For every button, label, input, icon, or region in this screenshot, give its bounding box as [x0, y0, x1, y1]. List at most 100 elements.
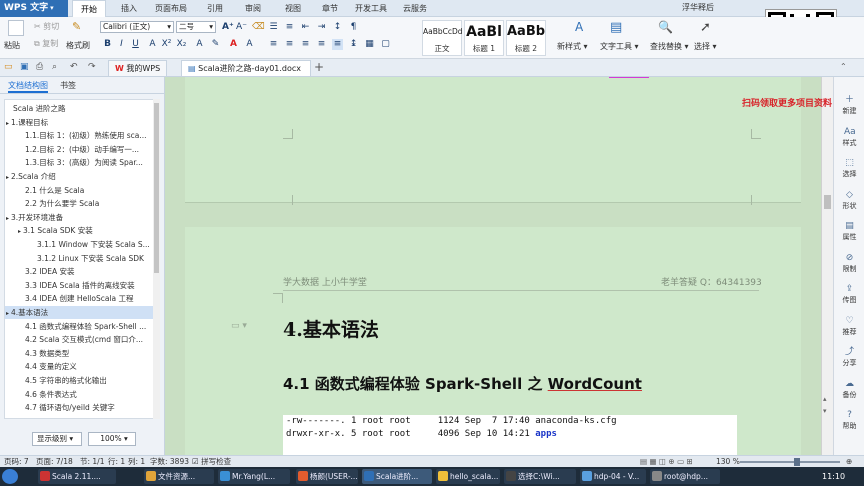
taskbar-app[interactable]: 杨颜(USER-...: [296, 469, 358, 484]
paragraph-handle-icon[interactable]: ▭ ▾: [231, 321, 247, 331]
new-style-button[interactable]: 新样式 ▾: [557, 41, 588, 52]
print-icon[interactable]: ⎙: [36, 62, 43, 72]
justify-icon[interactable]: ≡: [316, 39, 327, 50]
save-icon[interactable]: ▣: [20, 62, 29, 72]
task-panel-backup[interactable]: ☁ 备份: [834, 379, 864, 400]
task-panel-restrict[interactable]: ⊘ 限制: [834, 253, 864, 274]
tab-my-wps[interactable]: W 我的WPS: [108, 60, 168, 76]
menu-item-7[interactable]: 开发工具: [350, 0, 392, 17]
format-painter-button[interactable]: 格式刷: [66, 40, 90, 51]
taskbar-app[interactable]: Scala进阶...: [362, 469, 432, 484]
style-0[interactable]: AaBbCcDd 正文: [422, 20, 463, 56]
expand-toggle-icon[interactable]: ▸: [6, 174, 9, 181]
taskbar-app[interactable]: Mr.Yang(L...: [218, 469, 290, 484]
numbered-list-icon[interactable]: ≡: [284, 22, 295, 33]
text-tools-button[interactable]: 文字工具 ▾: [600, 41, 639, 52]
expand-toggle-icon[interactable]: ▸: [6, 215, 9, 222]
line-spacing-icon[interactable]: ↨: [348, 39, 359, 50]
task-panel-new[interactable]: ＋ 新建: [834, 95, 864, 116]
font-size-select[interactable]: 二号 ▾: [176, 21, 216, 33]
select-button[interactable]: 选择 ▾: [694, 41, 717, 52]
outline-item[interactable]: 4.1 函数式编程体验 Spark-Shell ...: [5, 320, 153, 333]
outline-item[interactable]: Scala 进阶之路: [5, 102, 153, 115]
menu-item-4[interactable]: 审阅: [236, 0, 270, 17]
decrease-indent-icon[interactable]: ⇤: [300, 22, 311, 33]
paste-button[interactable]: 粘贴: [4, 40, 20, 51]
zoom-slider-thumb[interactable]: [794, 458, 800, 466]
style-2[interactable]: AaBb 标题 2: [506, 20, 546, 56]
menu-item-1[interactable]: 插入: [112, 0, 146, 17]
task-panel-recommend[interactable]: ♡ 推荐: [834, 316, 864, 337]
print-preview-icon[interactable]: ⌕: [52, 62, 57, 72]
grow-font-icon[interactable]: A⁺: [222, 22, 234, 33]
outline-item[interactable]: 1.1.目标 1：(初级）熟练使用 sca...: [5, 129, 153, 142]
font-color-icon[interactable]: A: [228, 39, 239, 50]
outline-item[interactable]: 3.1.2 Linux 下安装 Scala SDK: [5, 252, 153, 265]
undo-icon[interactable]: ↶: [70, 62, 78, 72]
task-panel-share[interactable]: ⤴ 分享: [834, 347, 864, 368]
shading-icon[interactable]: ▦: [364, 39, 375, 50]
prev-page-icon[interactable]: ▴: [823, 395, 827, 403]
strikethrough-icon[interactable]: A: [147, 39, 158, 50]
bold-icon[interactable]: B: [102, 39, 113, 50]
document-scrollbar[interactable]: ▴ ▾: [821, 77, 833, 455]
cut-button[interactable]: ✂ 剪切: [34, 21, 59, 32]
new-tab-icon[interactable]: +: [314, 60, 324, 74]
user-name[interactable]: 浮华释后: [682, 2, 714, 13]
underline-icon[interactable]: U: [130, 39, 141, 50]
task-panel-properties[interactable]: ▤ 属性: [834, 221, 864, 242]
start-button[interactable]: [2, 469, 18, 484]
sort-icon[interactable]: ↕: [332, 22, 343, 33]
outline-item[interactable]: 4.6 条件表达式: [5, 388, 153, 401]
outline-scrollbar[interactable]: [153, 99, 160, 419]
task-panel-help[interactable]: ? 帮助: [834, 410, 864, 431]
increase-indent-icon[interactable]: ⇥: [316, 22, 327, 33]
outline-item[interactable]: 4.4 变量的定义: [5, 360, 153, 373]
outline-item[interactable]: 2.1 什么是 Scala: [5, 184, 153, 197]
bullet-list-icon[interactable]: ☰: [268, 22, 279, 33]
taskbar-app[interactable]: Scala 2.11....: [38, 469, 116, 484]
outline-item[interactable]: 4.3 数据类型: [5, 347, 153, 360]
italic-icon[interactable]: I: [116, 39, 127, 50]
text-effect-icon[interactable]: A: [194, 39, 205, 50]
clear-format-icon[interactable]: ⌫: [252, 22, 265, 33]
open-folder-icon[interactable]: ▭: [4, 62, 13, 72]
char-shading-icon[interactable]: A: [244, 39, 255, 50]
subscript-icon[interactable]: X₂: [176, 39, 187, 50]
outline-item[interactable]: 3.3 IDEA Scala 插件的离线安装: [5, 279, 153, 292]
outline-item[interactable]: ▸ 4.基本语法: [5, 306, 153, 319]
taskbar-app[interactable]: hdp-04 - V...: [580, 469, 646, 484]
shrink-font-icon[interactable]: A⁻: [236, 22, 247, 33]
menu-item-6[interactable]: 章节: [316, 0, 344, 17]
next-page-icon[interactable]: ▾: [823, 407, 827, 415]
outline-item[interactable]: 1.2.目标 2：(中级）动手编写一...: [5, 143, 153, 156]
outline-item[interactable]: 4.2 Scala 交互模式(cmd 窗口介...: [5, 333, 153, 346]
align-left-icon[interactable]: ≡: [268, 39, 279, 50]
outline-item[interactable]: 2.2 为什么要学 Scala: [5, 197, 153, 210]
app-menu-button[interactable]: WPS 文字 ▾: [0, 0, 68, 17]
outline-item[interactable]: ▸ 1.课程目标: [5, 116, 153, 129]
taskbar-app[interactable]: hello_scala...: [436, 469, 500, 484]
zoom-slider[interactable]: [740, 461, 840, 463]
taskbar-app[interactable]: 文件资源...: [144, 469, 214, 484]
task-panel-style[interactable]: Aa 样式: [834, 127, 864, 148]
task-panel-select[interactable]: ⬚ 选择: [834, 158, 864, 179]
tab-document[interactable]: ▤ Scala进阶之路-day01.docx: [181, 60, 311, 76]
distributed-align-icon[interactable]: ≡: [332, 39, 343, 50]
taskbar-app[interactable]: root@hdp...: [650, 469, 720, 484]
highlight-icon[interactable]: ✎: [210, 39, 221, 50]
outline-item[interactable]: 3.2 IDEA 安装: [5, 265, 153, 278]
collapse-ribbon-icon[interactable]: ⌃: [840, 62, 847, 71]
expand-toggle-icon[interactable]: ▸: [18, 228, 21, 235]
scrollbar-thumb[interactable]: [154, 103, 159, 273]
outline-item[interactable]: ▸ 2.Scala 介绍: [5, 170, 153, 183]
align-right-icon[interactable]: ≡: [300, 39, 311, 50]
menu-home[interactable]: 开始: [72, 0, 106, 17]
outline-item[interactable]: ▸ 3.1 Scala SDK 安装: [5, 224, 153, 237]
scrollbar-thumb[interactable]: [824, 195, 831, 209]
menu-item-5[interactable]: 视图: [276, 0, 310, 17]
outline-item[interactable]: 4.5 字符串的格式化输出: [5, 374, 153, 387]
align-center-icon[interactable]: ≡: [284, 39, 295, 50]
copy-button[interactable]: ⧉ 复制: [34, 38, 58, 49]
menu-item-8[interactable]: 云服务: [398, 0, 432, 17]
